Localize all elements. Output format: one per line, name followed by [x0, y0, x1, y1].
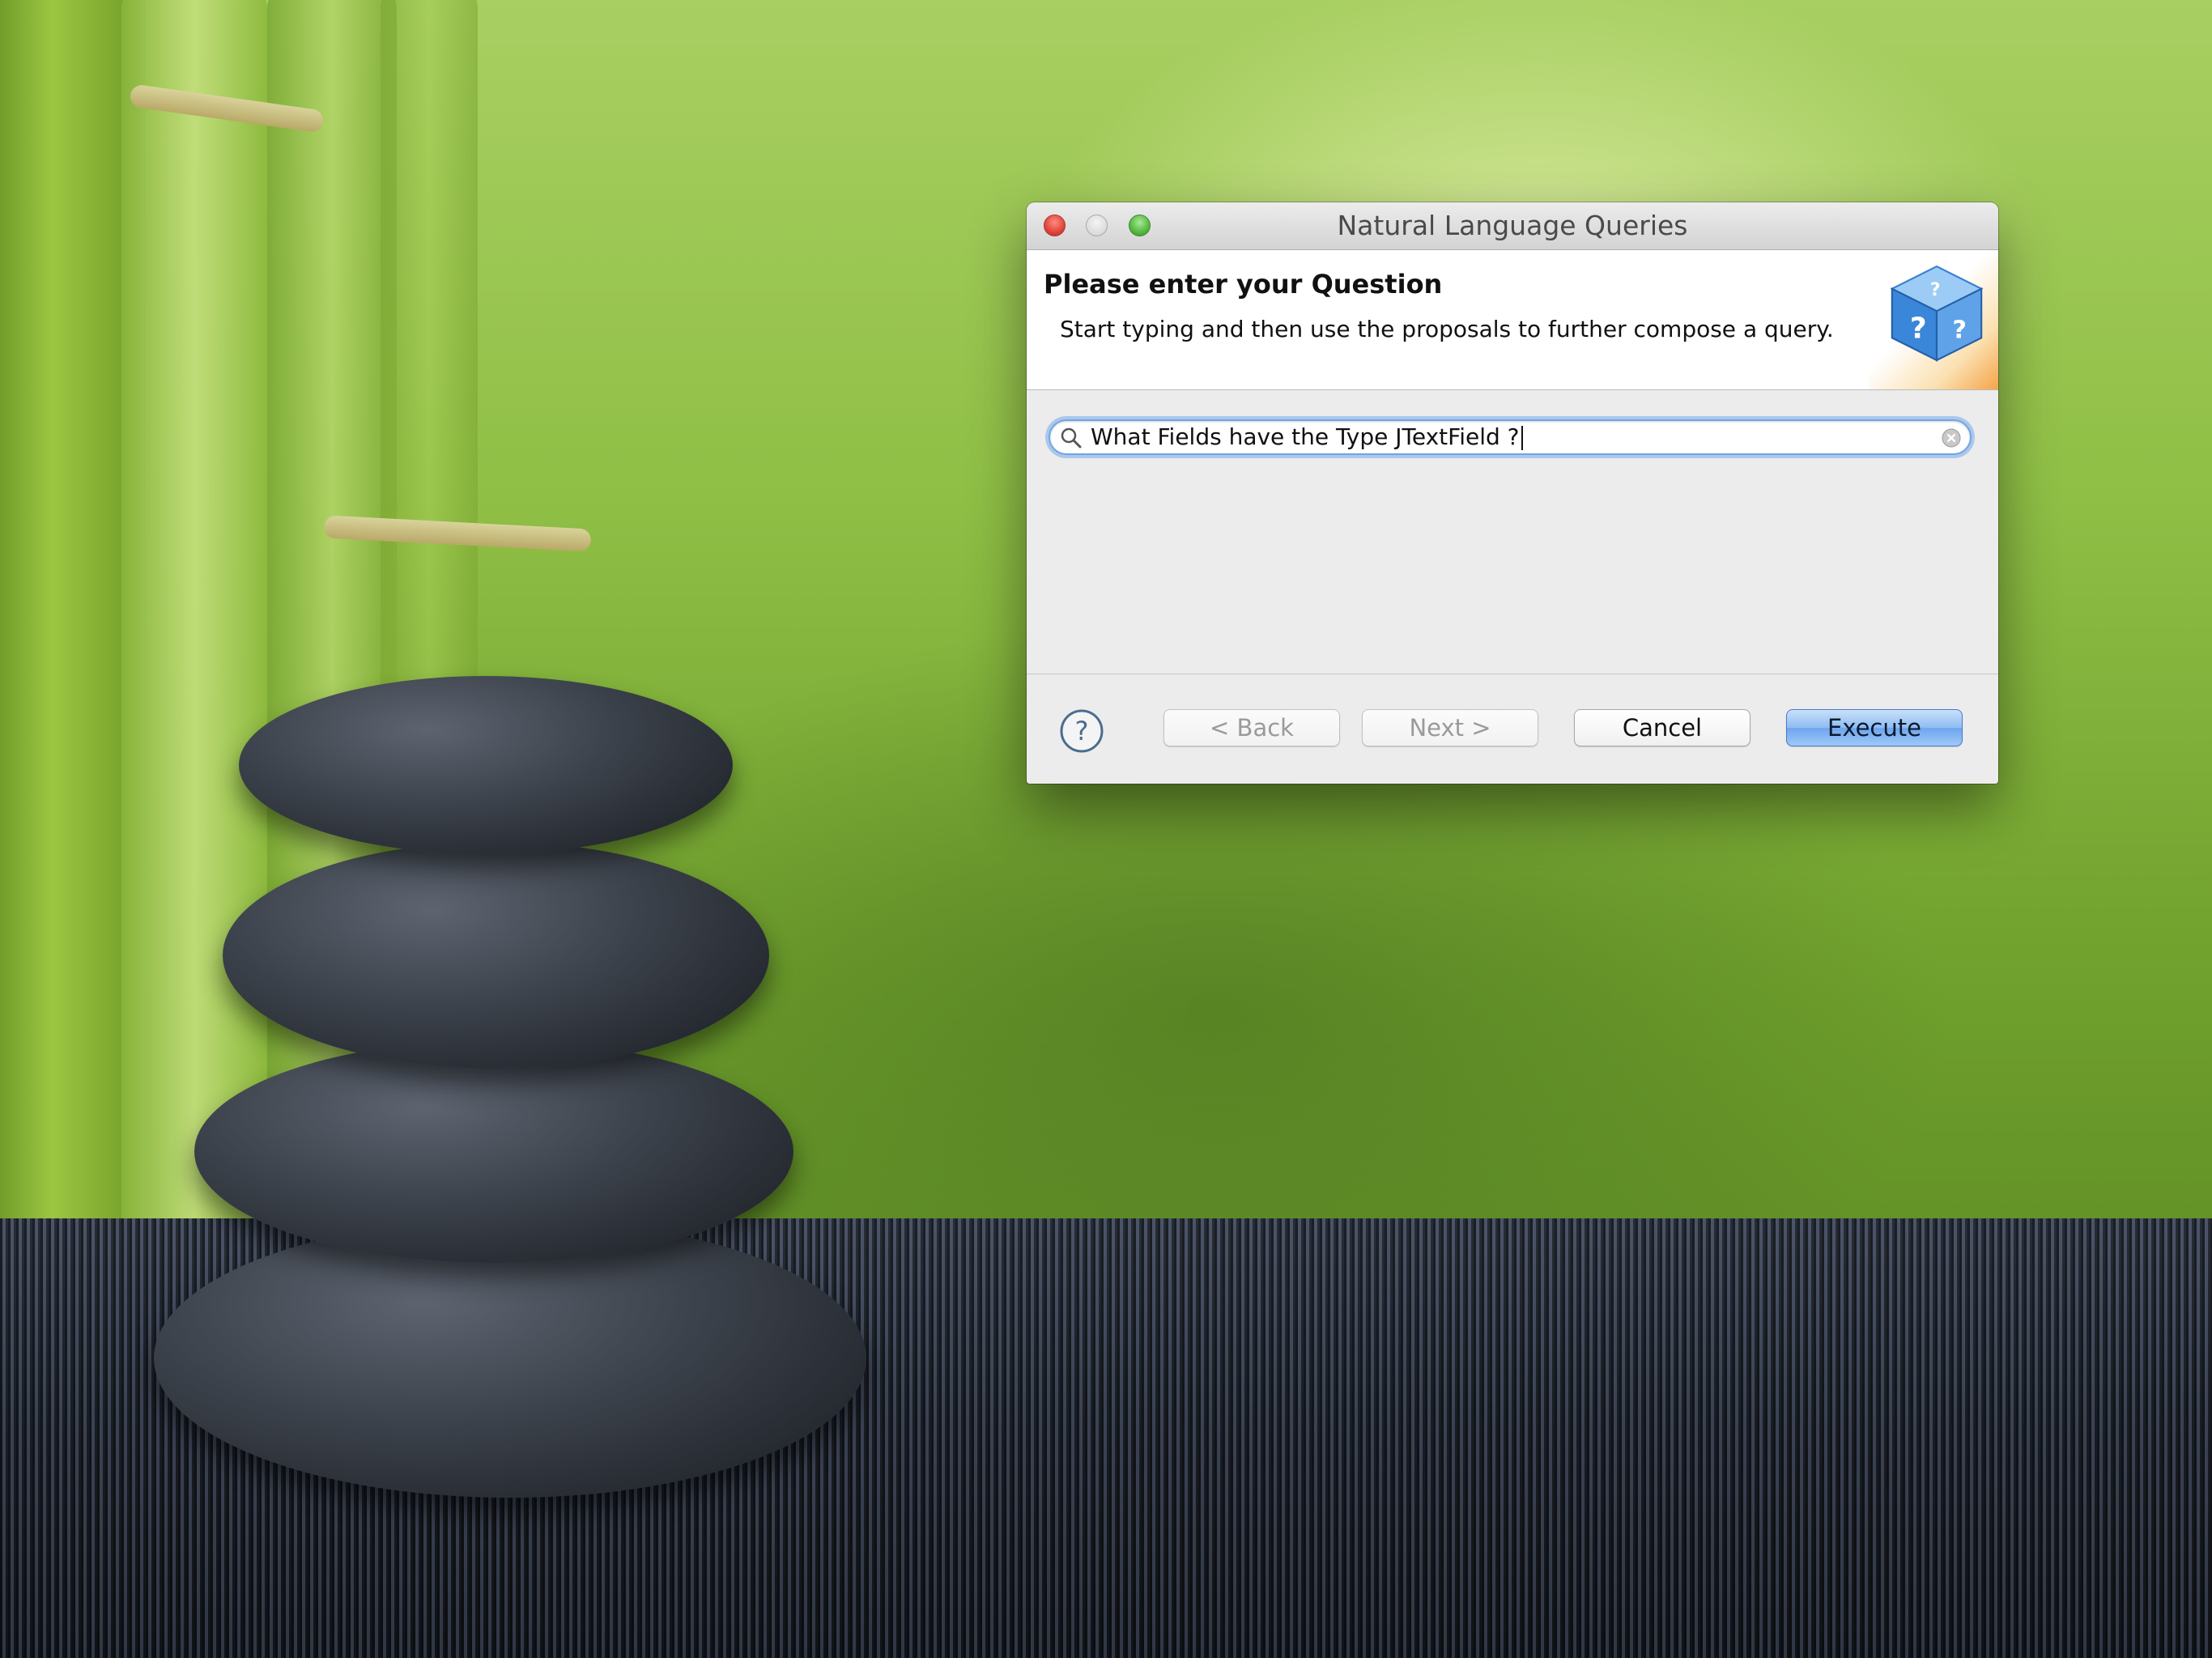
- query-dialog: Natural Language Queries Please enter yo…: [1027, 202, 1998, 784]
- svg-text:?: ?: [1952, 316, 1967, 344]
- zen-stone: [194, 1040, 793, 1263]
- svg-text:?: ?: [1930, 280, 1941, 300]
- bamboo-stalk: [121, 0, 267, 1247]
- execute-button[interactable]: Execute: [1786, 709, 1963, 746]
- text-caret: [1521, 426, 1523, 450]
- svg-text:?: ?: [1075, 716, 1089, 746]
- svg-text:?: ?: [1910, 312, 1927, 345]
- clear-icon[interactable]: [1941, 427, 1962, 449]
- cancel-button[interactable]: Cancel: [1574, 709, 1750, 746]
- help-icon[interactable]: ?: [1059, 708, 1104, 754]
- header-description: Start typing and then use the proposals …: [1060, 316, 1834, 342]
- window-title: Natural Language Queries: [1337, 210, 1688, 241]
- search-icon: [1061, 427, 1082, 449]
- zen-stone: [223, 842, 769, 1069]
- question-cube-icon: ? ? ?: [1890, 265, 1984, 362]
- next-button[interactable]: Next >: [1362, 709, 1538, 746]
- query-search-input[interactable]: What Fields have the Type JTextField ?: [1049, 419, 1972, 455]
- search-input-value: What Fields have the Type JTextField ?: [1091, 421, 1523, 453]
- header-title: Please enter your Question: [1044, 269, 1443, 300]
- title-bar[interactable]: Natural Language Queries: [1027, 202, 1998, 250]
- button-bar: ? < Back Next > Cancel Execute: [1027, 674, 1998, 784]
- back-button[interactable]: < Back: [1163, 709, 1340, 746]
- zen-stone: [239, 676, 733, 854]
